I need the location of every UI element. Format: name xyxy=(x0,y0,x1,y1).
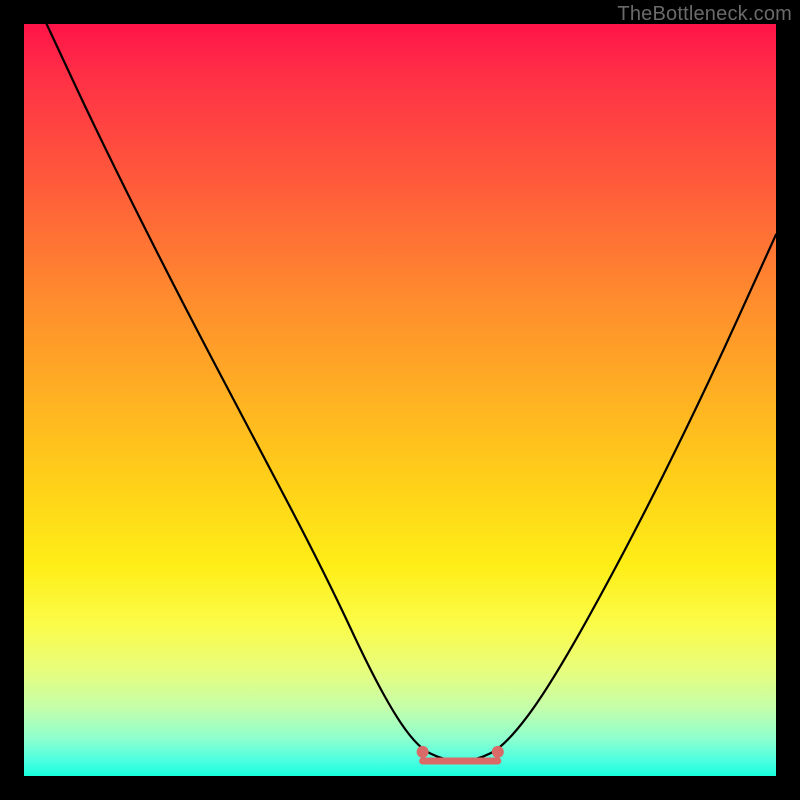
curve-svg xyxy=(24,24,776,776)
bottleneck-curve-path xyxy=(47,24,776,761)
optimal-left-marker xyxy=(417,746,429,758)
optimal-right-marker xyxy=(492,746,504,758)
chart-frame: TheBottleneck.com xyxy=(0,0,800,800)
plot-area xyxy=(24,24,776,776)
watermark-text: TheBottleneck.com xyxy=(617,3,792,26)
